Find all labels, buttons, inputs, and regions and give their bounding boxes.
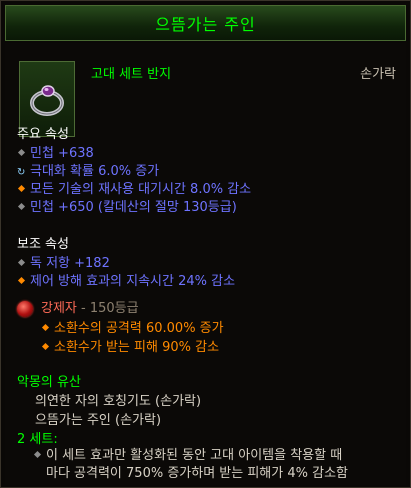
item-icon-frame bbox=[19, 61, 75, 137]
diamond-bullet-icon bbox=[41, 323, 50, 332]
tooltip-body: 고대 세트 반지 손가락 주요 속성 민첩 +638 ↻ 극대화 확률 6.0% … bbox=[5, 43, 406, 485]
secondary-heading: 보조 속성 bbox=[17, 237, 69, 252]
set-bonus-text-cont: 마다 공격력이 750% 증가하며 받는 피해가 4% 감소함 bbox=[46, 466, 348, 481]
gem-name-line: 강제자 - 150등급 bbox=[41, 301, 139, 317]
set-piece: 의연한 자의 호칭기도 (손가락) bbox=[35, 394, 202, 409]
secondary-stat: 제어 방해 효과의 지속시간 24% 감소 bbox=[17, 274, 235, 290]
legendary-gem-icon bbox=[17, 301, 33, 317]
gem-name: 강제자 bbox=[41, 301, 77, 316]
set-name: 악몽의 유산 bbox=[17, 375, 81, 390]
primary-heading: 주요 속성 bbox=[17, 127, 69, 142]
set-bonus-text: 이 세트 효과만 활성화된 동안 고대 아이템을 착용할 때 bbox=[33, 448, 342, 464]
primary-stat: 민첩 +638 bbox=[17, 146, 94, 162]
diamond-bullet-icon bbox=[17, 202, 26, 211]
item-tooltip: 으뜸가는 주인 고대 세트 반지 손가락 주요 속성 민첩 +638 ↻ 극대화 … bbox=[0, 0, 411, 488]
gem-effect: 소환수의 공격력 60.00% 증가 bbox=[41, 321, 224, 337]
diamond-bullet-icon bbox=[17, 276, 26, 285]
secondary-stat: 독 저항 +182 bbox=[17, 256, 110, 272]
item-type: 고대 세트 반지 bbox=[91, 67, 172, 82]
primary-stat: 민첩 +650 (칼데산의 절망 130등급) bbox=[17, 200, 237, 216]
item-slot: 손가락 bbox=[360, 67, 396, 82]
diamond-bullet-icon bbox=[17, 184, 26, 193]
gem-effect: 소환수가 받는 피해 90% 감소 bbox=[41, 340, 219, 356]
set-piece: 으뜸가는 주인 (손가락) bbox=[35, 413, 162, 428]
primary-stat: ↻ 극대화 확률 6.0% 증가 bbox=[17, 164, 160, 179]
diamond-bullet-icon bbox=[17, 258, 26, 267]
ring-icon bbox=[30, 85, 64, 116]
set-bonus-label: 2 세트: bbox=[17, 432, 58, 447]
diamond-bullet-icon bbox=[41, 342, 50, 351]
diamond-bullet-icon bbox=[33, 450, 42, 459]
tooltip-header: 으뜸가는 주인 bbox=[5, 5, 406, 41]
diamond-bullet-icon bbox=[17, 148, 26, 157]
item-name: 으뜸가는 주인 bbox=[155, 15, 256, 34]
primary-stat: 모든 기술의 재사용 대기시간 8.0% 감소 bbox=[17, 182, 251, 198]
gem-rank: - 150등급 bbox=[76, 301, 139, 316]
enchant-icon: ↻ bbox=[17, 167, 26, 178]
